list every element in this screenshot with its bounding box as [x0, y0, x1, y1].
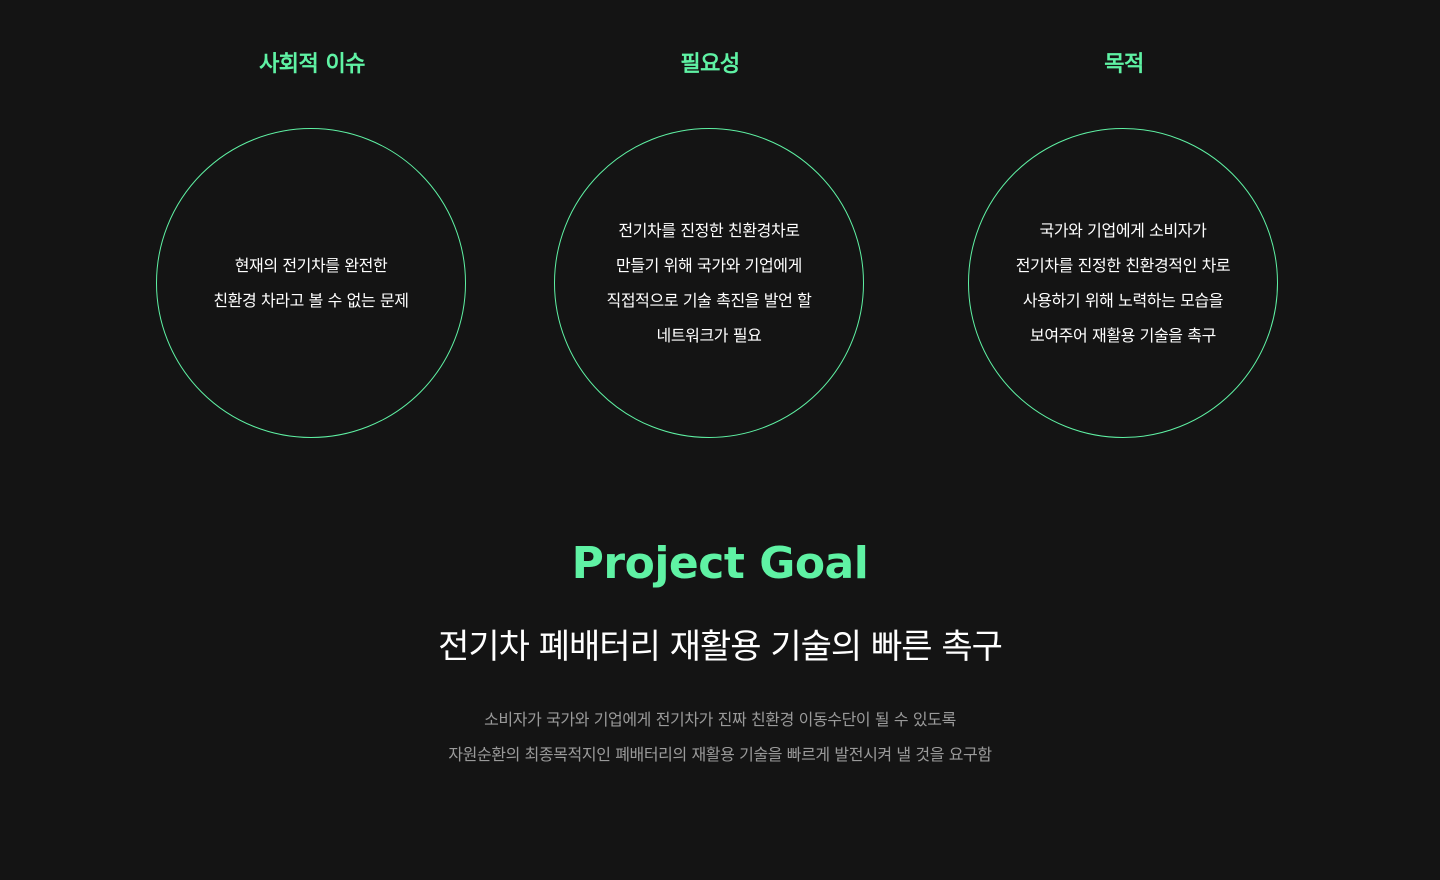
circle-text-line: 직접적으로 기술 촉진을 발언 할 [606, 291, 812, 310]
circle-text: 전기차를 진정한 친환경차로 만들기 위해 국가와 기업에게 직접적으로 기술 … [607, 213, 812, 353]
project-goal-title: Project Goal [571, 538, 869, 589]
circle-text-line: 만들기 위해 국가와 기업에게 [616, 256, 802, 275]
circle-text-line: 친환경 차라고 볼 수 없는 문제 [213, 291, 409, 310]
column-title: 목적 [1104, 52, 1144, 77]
circle-text-line: 보여주어 재활용 기술을 촉구 [1030, 326, 1216, 345]
circle-text-line: 국가와 기업에게 소비자가 [1039, 221, 1207, 240]
circle-card: 국가와 기업에게 소비자가 전기차를 진정한 친환경적인 차로 사용하기 위해 … [968, 128, 1278, 438]
circle-card: 현재의 전기차를 완전한 친환경 차라고 볼 수 없는 문제 [156, 128, 466, 438]
circle-text: 국가와 기업에게 소비자가 전기차를 진정한 친환경적인 차로 사용하기 위해 … [1016, 213, 1231, 353]
description-line: 자원순환의 최종목적지인 폐배터리의 재활용 기술을 빠르게 발전시켜 낼 것을… [448, 745, 992, 764]
circle-text-line: 현재의 전기차를 완전한 [234, 256, 388, 275]
description-line: 소비자가 국가와 기업에게 전기차가 진짜 친환경 이동수단이 될 수 있도록 [484, 710, 956, 729]
circle-text: 현재의 전기차를 완전한 친환경 차라고 볼 수 없는 문제 [213, 248, 409, 318]
circle-text-line: 네트워크가 필요 [656, 326, 762, 345]
circle-text-line: 전기차를 진정한 친환경적인 차로 [1015, 256, 1231, 275]
project-goal-description: 소비자가 국가와 기업에게 전기차가 진짜 친환경 이동수단이 될 수 있도록 … [0, 702, 1440, 772]
circle-text-line: 사용하기 위해 노력하는 모습을 [1022, 291, 1224, 310]
project-goal-subtitle: 전기차 폐배터리 재활용 기술의 빠른 촉구 [438, 627, 1003, 667]
circle-card: 전기차를 진정한 친환경차로 만들기 위해 국가와 기업에게 직접적으로 기술 … [554, 128, 864, 438]
column-title: 필요성 [680, 52, 740, 77]
column-title: 사회적 이슈 [259, 52, 365, 77]
circle-text-line: 전기차를 진정한 친환경차로 [618, 221, 800, 240]
